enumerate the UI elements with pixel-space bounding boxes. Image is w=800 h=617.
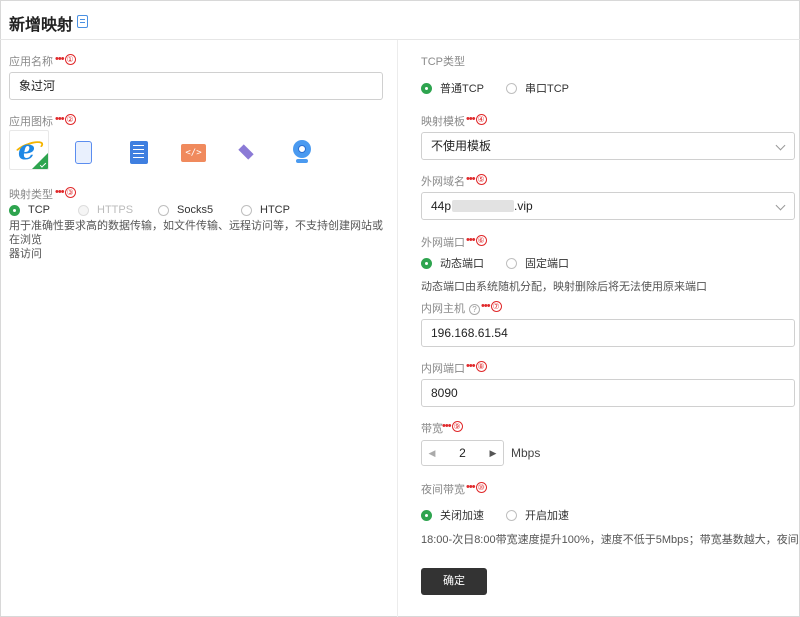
radio-socks5[interactable]: Socks5 [158, 204, 213, 216]
radio-accel-on[interactable]: 开启加速 [506, 507, 569, 523]
ie-browser-icon[interactable]: e [9, 130, 49, 170]
ext-port-description: 动态端口由系统随机分配，映射删除后将无法使用原来端口 [421, 281, 707, 293]
decrement-icon[interactable]: ◀ [422, 441, 442, 465]
app-icon-label: 应用图标 [9, 116, 53, 128]
map-type-label: 映射类型 [9, 189, 53, 201]
marker-1: ••• ① [55, 53, 76, 65]
marker-8: ••• ⑧ [466, 360, 487, 372]
map-type-description: 用于准确性要求高的数据传输，如文件传输、远程访问等，不支持创建网站或在浏览 器访… [9, 220, 383, 260]
chevron-down-icon [775, 140, 786, 151]
webcam-icon[interactable] [292, 140, 312, 164]
night-bandwidth-label: 夜间带宽 [421, 484, 465, 496]
inner-host-input[interactable]: 196.168.61.54 [421, 319, 795, 347]
marker-7: ••• ⑦ [481, 300, 502, 312]
page-header: 新增映射 [0, 0, 800, 40]
server-icon[interactable] [130, 141, 148, 164]
domain-select[interactable]: 44p .vip [421, 192, 795, 220]
marker-3: ••• ③ [55, 186, 76, 198]
chevron-down-icon [775, 200, 786, 211]
marker-5: ••• ⑤ [466, 173, 487, 185]
marker-6: ••• ⑥ [466, 234, 487, 246]
layers-icon[interactable] [236, 144, 258, 160]
help-icon[interactable]: ? [469, 303, 480, 315]
code-icon[interactable]: </> [181, 144, 206, 162]
mobile-icon[interactable] [75, 141, 92, 164]
submit-button[interactable]: 确定 [421, 568, 487, 595]
column-divider [397, 40, 398, 617]
tcp-type-label: TCP类型 [421, 56, 465, 68]
radio-accel-off[interactable]: 关闭加速 [421, 507, 484, 523]
page-title: 新增映射 [9, 17, 74, 34]
bandwidth-value[interactable]: 2 [442, 446, 483, 460]
radio-dynamic-port[interactable]: 动态端口 [421, 255, 484, 271]
template-label: 映射模板 [421, 116, 465, 128]
bandwidth-label: 带宽 [421, 423, 443, 435]
radio-fixed-port[interactable]: 固定端口 [506, 255, 569, 271]
marker-4: ••• ④ [466, 113, 487, 125]
night-bandwidth-description: 18:00-次日8:00带宽速度提升100%，速度不低于5Mbps；带宽基数越大… [421, 534, 799, 546]
radio-htcp[interactable]: HTCP [241, 204, 290, 216]
bandwidth-unit: Mbps [511, 446, 541, 460]
marker-2: ••• ② [55, 113, 76, 125]
radio-https[interactable]: HTTPS [78, 204, 133, 216]
domain-label: 外网域名 [421, 176, 465, 188]
app-name-input[interactable]: 象过河 [9, 72, 383, 100]
inner-port-input[interactable]: 8090 [421, 379, 795, 407]
marker-9: ••• ⑨ [442, 420, 463, 432]
inner-host-label: 内网主机? [421, 300, 480, 316]
inner-port-label: 内网端口 [421, 363, 465, 375]
app-name-label: 应用名称 [9, 56, 53, 68]
document-icon[interactable] [77, 15, 88, 28]
radio-tcp[interactable]: TCP [9, 204, 50, 216]
template-select[interactable]: 不使用模板 [421, 132, 795, 160]
increment-icon[interactable]: ▶ [483, 441, 503, 465]
marker-10: ••• ⑩ [466, 481, 487, 493]
ext-port-label: 外网端口 [421, 237, 465, 249]
bandwidth-stepper[interactable]: ◀ 2 ▶ [421, 440, 504, 466]
radio-serial-tcp[interactable]: 串口TCP [506, 80, 569, 96]
redacted-block [452, 199, 515, 212]
radio-normal-tcp[interactable]: 普通TCP [421, 80, 484, 96]
